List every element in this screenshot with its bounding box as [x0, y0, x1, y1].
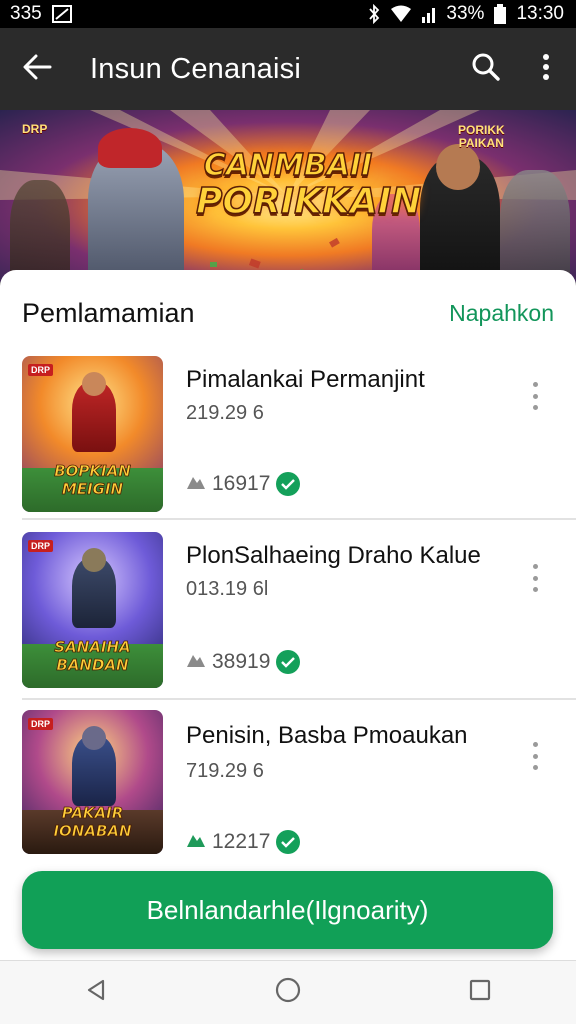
promo-banner[interactable]: DRP PORIKK PAIKAN CANMBAII PORIKKAIN	[0, 110, 576, 282]
nav-back-button[interactable]	[66, 963, 126, 1023]
banner-logo: CANMBAII PORIKKAIN	[195, 148, 422, 223]
thumbnail-badge: DRP	[28, 540, 54, 552]
item-meta: 12217	[186, 830, 301, 854]
more-options-button[interactable]	[516, 28, 576, 110]
thumbnail-title: PAKAIR IONABAN	[26, 804, 159, 841]
hero-knight-cape	[98, 128, 162, 168]
wifi-icon	[390, 5, 412, 23]
item-price: 219.29 6	[186, 402, 264, 424]
nav-home-icon	[274, 976, 302, 1009]
hero-right-bg	[500, 170, 570, 282]
thumbnail-title: SANAIHA BANDAN	[26, 638, 159, 675]
thumbnail-title-line2: IONABAN	[53, 822, 132, 841]
see-all-link[interactable]: Napahkon	[449, 300, 554, 327]
download-icon	[186, 472, 206, 496]
thumbnail-title-line1: PAKAIR	[61, 804, 124, 823]
banner-title-line2: PORIKKAIN	[195, 181, 422, 223]
section-title: Pemlamamian	[22, 298, 195, 328]
system-nav-bar	[0, 960, 576, 1024]
download-icon	[186, 830, 206, 854]
thumbnail-badge: DRP	[28, 718, 54, 730]
item-more-button[interactable]	[524, 558, 546, 598]
download-icon	[186, 650, 206, 674]
item-name: Penisin, Basba Pmoaukan	[186, 722, 468, 749]
verified-check-icon	[276, 650, 301, 674]
arrow-left-icon	[22, 54, 52, 85]
item-meta: 38919	[186, 650, 301, 674]
hero-fighter-head	[436, 144, 480, 190]
bluetooth-icon	[368, 4, 380, 24]
thumbnail-title-line1: SANAIHA	[54, 638, 131, 657]
content-sheet: Pemlamamian Napahkon DRP BOPKIAN MEIGIN …	[0, 270, 576, 960]
nav-back-icon	[84, 978, 108, 1007]
page-title: Insun Cenanaisi	[90, 52, 301, 85]
banner-title-line1: CANMBAII	[203, 148, 373, 183]
item-thumbnail: DRP PAKAIR IONABAN	[22, 710, 163, 854]
item-more-button[interactable]	[524, 736, 546, 776]
thumbnail-title-line2: MEIGIN	[61, 480, 124, 499]
item-more-button[interactable]	[524, 376, 546, 416]
verified-check-icon	[276, 830, 301, 854]
section-header: Pemlamamian Napahkon	[22, 298, 554, 329]
thumbnail-badge: DRP	[28, 364, 54, 376]
nav-home-button[interactable]	[258, 963, 318, 1023]
banner-tag-right: PORIKK PAIKAN	[458, 124, 505, 150]
back-button[interactable]	[0, 28, 74, 110]
hero-left-bg	[10, 180, 70, 282]
item-thumbnail: DRP SANAIHA BANDAN	[22, 532, 163, 688]
nav-recents-button[interactable]	[450, 963, 510, 1023]
item-meta: 16917	[186, 472, 301, 496]
primary-cta-button[interactable]: Belnlandarhle(Ilgnoarity)	[22, 871, 553, 949]
list-item[interactable]: DRP SANAIHA BANDAN PlonSalhaeing Draho K…	[0, 532, 576, 702]
item-thumbnail: DRP BOPKIAN MEIGIN	[22, 356, 163, 512]
item-count: 16917	[212, 472, 271, 495]
battery-icon	[494, 4, 507, 24]
item-count: 12217	[212, 830, 271, 853]
list-item[interactable]: DRP BOPKIAN MEIGIN Pimalankai Permanjint…	[0, 356, 576, 526]
item-name: PlonSalhaeing Draho Kalue	[186, 542, 481, 569]
item-price: 013.19 6l	[186, 578, 269, 600]
item-price: 719.29 6	[186, 760, 264, 782]
battery-percent: 33%	[446, 3, 485, 24]
search-icon	[471, 52, 501, 87]
item-count: 38919	[212, 650, 271, 673]
status-bar: 335 33% 13:30	[0, 0, 576, 28]
signal-icon	[422, 5, 436, 23]
divider	[22, 518, 576, 520]
app-bar: Insun Cenanaisi	[0, 28, 576, 110]
thumbnail-title-line1: BOPKIAN	[54, 462, 131, 481]
search-button[interactable]	[456, 28, 516, 110]
list-item[interactable]: DRP PAKAIR IONABAN Penisin, Basba Pmoauk…	[0, 710, 576, 880]
status-time: 13:30	[516, 3, 564, 24]
thumbnail-title-line2: BANDAN	[56, 656, 129, 675]
banner-tag-left: DRP	[22, 122, 48, 136]
image-notification-icon	[51, 5, 72, 23]
status-left-text: 335	[10, 3, 42, 24]
nav-recents-icon	[468, 978, 492, 1007]
item-name: Pimalankai Permanjint	[186, 366, 425, 393]
thumbnail-title: BOPKIAN MEIGIN	[26, 462, 159, 499]
verified-check-icon	[276, 472, 301, 496]
divider	[22, 698, 576, 700]
banner-tag-right-line2: PAIKAN	[458, 136, 504, 150]
more-vert-icon	[542, 53, 550, 86]
